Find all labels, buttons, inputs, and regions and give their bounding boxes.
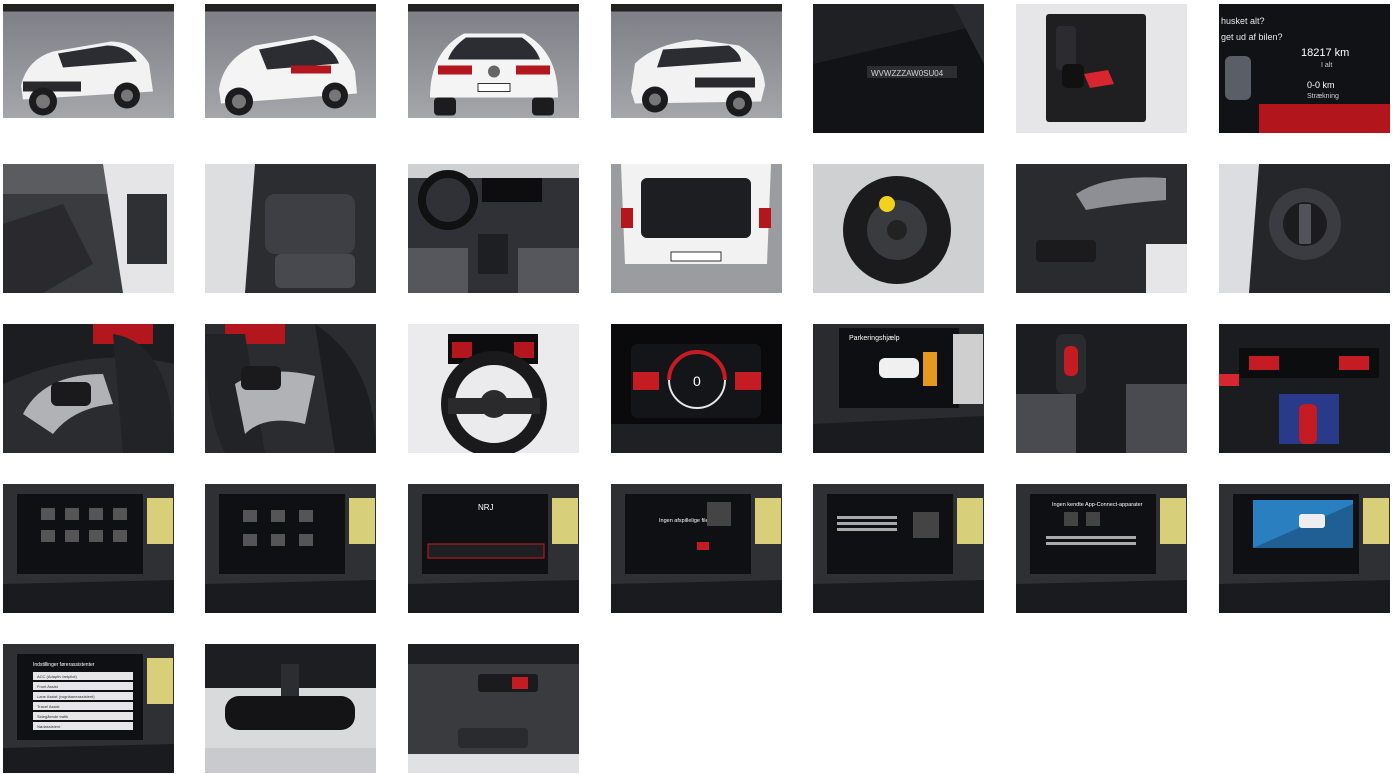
light-switch-image [1219, 164, 1390, 293]
car-rear-three-quarter-image [205, 11, 376, 118]
dashboard-odometer-photo[interactable]: husket alt? get ud af bilen? 18217 km I … [1219, 4, 1390, 133]
infotainment-app-connect-image: Ingen kendte App-Connect-apparater [1016, 484, 1187, 613]
steering-wheel-photo[interactable] [408, 324, 579, 453]
settings-row-label: ACC (Adaptiv fartpilot) [37, 674, 77, 679]
light-switch-photo[interactable] [1219, 164, 1390, 293]
front-interior-door-image [3, 164, 174, 293]
media-status-text: Ingen afspillelige filer [659, 518, 711, 524]
odo-question-2: get ud af bilen? [1221, 32, 1283, 42]
infotainment-radio-photo[interactable]: NRJ [408, 484, 579, 613]
overhead-console-image [408, 644, 579, 773]
rear-seats-photo[interactable] [205, 164, 376, 293]
overhead-console-photo[interactable] [408, 644, 579, 773]
settings-title-text: Indstillinger førerassistenter [33, 662, 95, 668]
digital-cockpit-photo[interactable]: 0 [611, 324, 782, 453]
climate-panel-gear-image [1219, 324, 1390, 453]
photo-gallery: WVWZZZAW0SU04 husket alt? get ud af bile… [0, 0, 1399, 774]
spare-wheel-image [813, 164, 984, 293]
radio-station-text: NRJ [478, 503, 494, 512]
infotainment-menu-2-photo[interactable] [205, 484, 376, 613]
infotainment-menu-2-image [205, 484, 376, 613]
car-front-three-quarter-image [3, 11, 174, 118]
car-keys-image [1016, 4, 1187, 133]
infotainment-settings-image: Indstillinger førerassistenter ACC (Adap… [3, 644, 174, 773]
vin-windshield-image: WVWZZZAW0SU04 [813, 4, 984, 133]
car-rear-image [408, 11, 579, 118]
cockpit-overview-photo[interactable] [408, 164, 579, 293]
odo-total-km: 18217 km [1301, 47, 1349, 59]
door-handle-window-switch-image [1016, 164, 1187, 293]
odo-total-label: I alt [1321, 62, 1332, 69]
digital-cockpit-image: 0 [611, 324, 782, 453]
settings-row-label: Travel Assist [37, 704, 60, 709]
infotainment-phone-photo[interactable] [813, 484, 984, 613]
spare-wheel-photo[interactable] [813, 164, 984, 293]
steering-wheel-right-buttons-photo[interactable] [205, 324, 376, 453]
car-front-three-quarter-photo[interactable] [3, 4, 174, 118]
rearview-mirror-image [205, 644, 376, 773]
cockpit-overview-image [408, 164, 579, 293]
infotainment-menu-image [3, 484, 174, 613]
infotainment-media-image: Ingen afspillelige filer [611, 484, 782, 613]
vin-text: WVWZZZAW0SU04 [871, 69, 944, 78]
infotainment-radio-image: NRJ [408, 484, 579, 613]
settings-row-label: Lane Assist (vognbaneassistent) [37, 694, 95, 699]
rearview-mirror-photo[interactable] [205, 644, 376, 773]
vin-windshield-photo[interactable]: WVWZZZAW0SU04 [813, 4, 984, 133]
door-handle-window-switch-photo[interactable] [1016, 164, 1187, 293]
steering-wheel-left-buttons-image [3, 324, 174, 453]
cockpit-speed-text: 0 [693, 373, 701, 389]
steering-wheel-right-buttons-image [205, 324, 376, 453]
infotainment-driver-assist-photo[interactable] [1219, 484, 1390, 613]
car-rear-photo[interactable] [408, 4, 579, 118]
gear-lever-seats-image [1016, 324, 1187, 453]
steering-wheel-image [408, 324, 579, 453]
car-front-right-photo[interactable] [611, 4, 782, 118]
settings-row-label: Front Assist [37, 684, 59, 689]
car-keys-photo[interactable] [1016, 4, 1187, 133]
odo-trip-label: Strækning [1307, 93, 1339, 100]
gear-lever-seats-photo[interactable] [1016, 324, 1187, 453]
infotainment-driver-assist-image [1219, 484, 1390, 613]
car-rear-three-quarter-photo[interactable] [205, 4, 376, 118]
infotainment-phone-image [813, 484, 984, 613]
infotainment-app-connect-photo[interactable]: Ingen kendte App-Connect-apparater [1016, 484, 1187, 613]
rear-seats-image [205, 164, 376, 293]
parking-sensor-screen-image: Parkeringshjælp [813, 324, 984, 453]
open-trunk-photo[interactable] [611, 164, 782, 293]
infotainment-media-photo[interactable]: Ingen afspillelige filer [611, 484, 782, 613]
odo-question-1: husket alt? [1221, 16, 1265, 26]
odo-trip-km: 0-0 km [1307, 80, 1335, 90]
parking-sensor-screen-photo[interactable]: Parkeringshjælp [813, 324, 984, 453]
open-trunk-image [611, 164, 782, 293]
climate-panel-gear-photo[interactable] [1219, 324, 1390, 453]
infotainment-settings-photo[interactable]: Indstillinger førerassistenter ACC (Adap… [3, 644, 174, 773]
car-front-right-image [611, 11, 782, 118]
settings-row-label: Nødassistent [37, 724, 61, 729]
front-interior-door-photo[interactable] [3, 164, 174, 293]
app-connect-title-text: Ingen kendte App-Connect-apparater [1052, 502, 1143, 508]
settings-row-label: Sidegående trafik [37, 714, 68, 719]
steering-wheel-left-buttons-photo[interactable] [3, 324, 174, 453]
park-title-text: Parkeringshjælp [849, 335, 900, 342]
dashboard-odometer-image: husket alt? get ud af bilen? 18217 km I … [1219, 4, 1390, 133]
infotainment-menu-photo[interactable] [3, 484, 174, 613]
